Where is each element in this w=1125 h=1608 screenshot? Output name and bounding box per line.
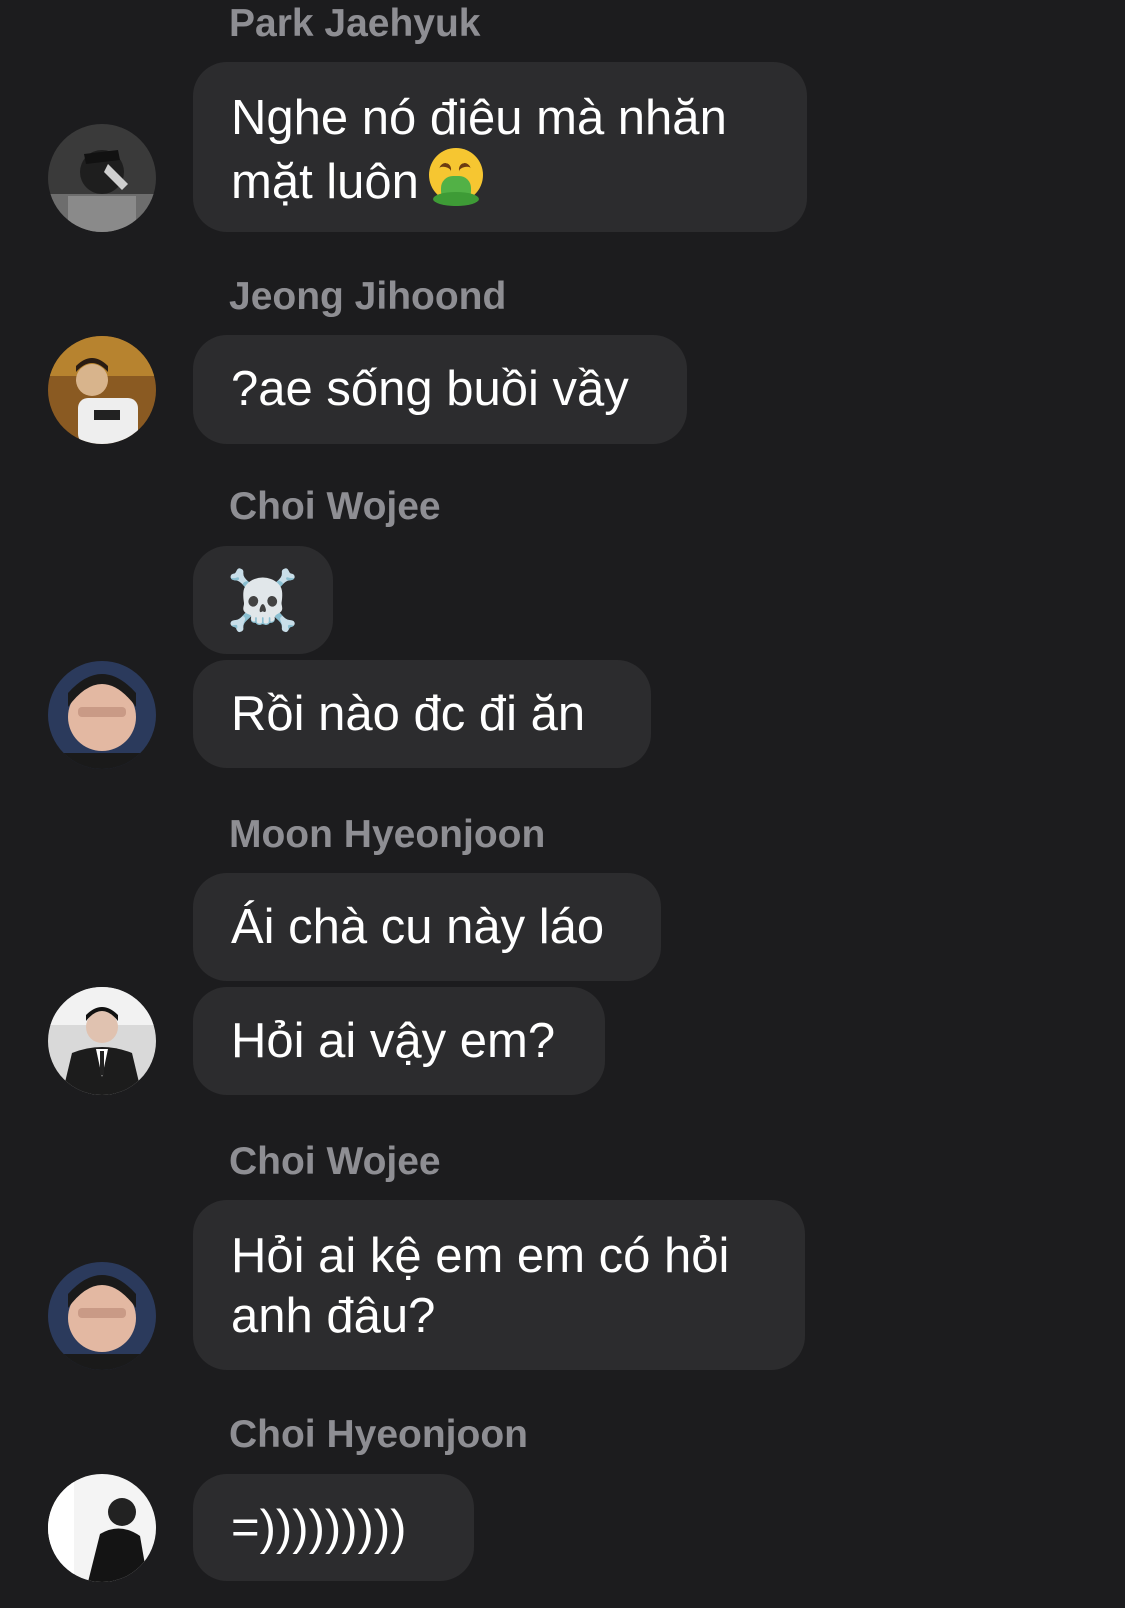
avatar-park-jaehyuk-icon: [48, 124, 156, 232]
avatar[interactable]: [48, 124, 156, 232]
message-text: mặt luôn: [231, 155, 419, 209]
message-bubble[interactable]: Ái chà cu này láo: [193, 873, 661, 981]
message-text: Rồi nào đc đi ăn: [231, 687, 586, 741]
message-text: Hỏi ai vậy em?: [231, 1014, 556, 1068]
sender-name: Choi Wojee: [229, 485, 441, 528]
sender-name: Park Jaehyuk: [229, 2, 481, 45]
message-text: ?ae sống buồi vầy: [231, 362, 629, 416]
sender-name: Choi Hyeonjoon: [229, 1413, 528, 1456]
message-text: Nghe nó điêu mà nhăn: [231, 91, 727, 145]
sender-name: Choi Wojee: [229, 1140, 441, 1183]
skull-crossbones-icon: ☠️: [226, 566, 300, 634]
avatar[interactable]: [48, 1474, 156, 1582]
avatar-choi-wojee-icon: [48, 1262, 156, 1370]
message-bubble[interactable]: ☠️: [193, 546, 333, 654]
message-bubble[interactable]: Nghe nó điêu mà nhăn mặt luôn: [193, 62, 807, 232]
message-bubble[interactable]: ?ae sống buồi vầy: [193, 335, 687, 444]
message-text: Ái chà cu này láo: [231, 900, 605, 954]
face-vomiting-icon: [427, 148, 485, 206]
message-bubble[interactable]: Rồi nào đc đi ăn: [193, 660, 651, 768]
sender-name: Moon Hyeonjoon: [229, 813, 546, 856]
avatar[interactable]: [48, 1262, 156, 1370]
avatar[interactable]: [48, 661, 156, 769]
avatar-jeong-jihoond-icon: [48, 336, 156, 444]
message-bubble[interactable]: Hỏi ai vậy em?: [193, 987, 605, 1095]
avatar[interactable]: [48, 336, 156, 444]
avatar-moon-hyeonjoon-icon: [48, 987, 156, 1095]
sender-name: Jeong Jihoond: [229, 275, 507, 318]
message-text: Hỏi ai kệ em em có hỏi: [231, 1229, 730, 1283]
avatar-choi-hyeonjoon-icon: [48, 1474, 156, 1582]
message-bubble[interactable]: Hỏi ai kệ em em có hỏi anh đâu?: [193, 1200, 805, 1370]
message-bubble[interactable]: =))))))))): [193, 1474, 474, 1581]
message-text: =))))))))): [231, 1501, 407, 1555]
avatar-choi-wojee-icon: [48, 661, 156, 769]
message-text: anh đâu?: [231, 1289, 436, 1343]
avatar[interactable]: [48, 987, 156, 1095]
